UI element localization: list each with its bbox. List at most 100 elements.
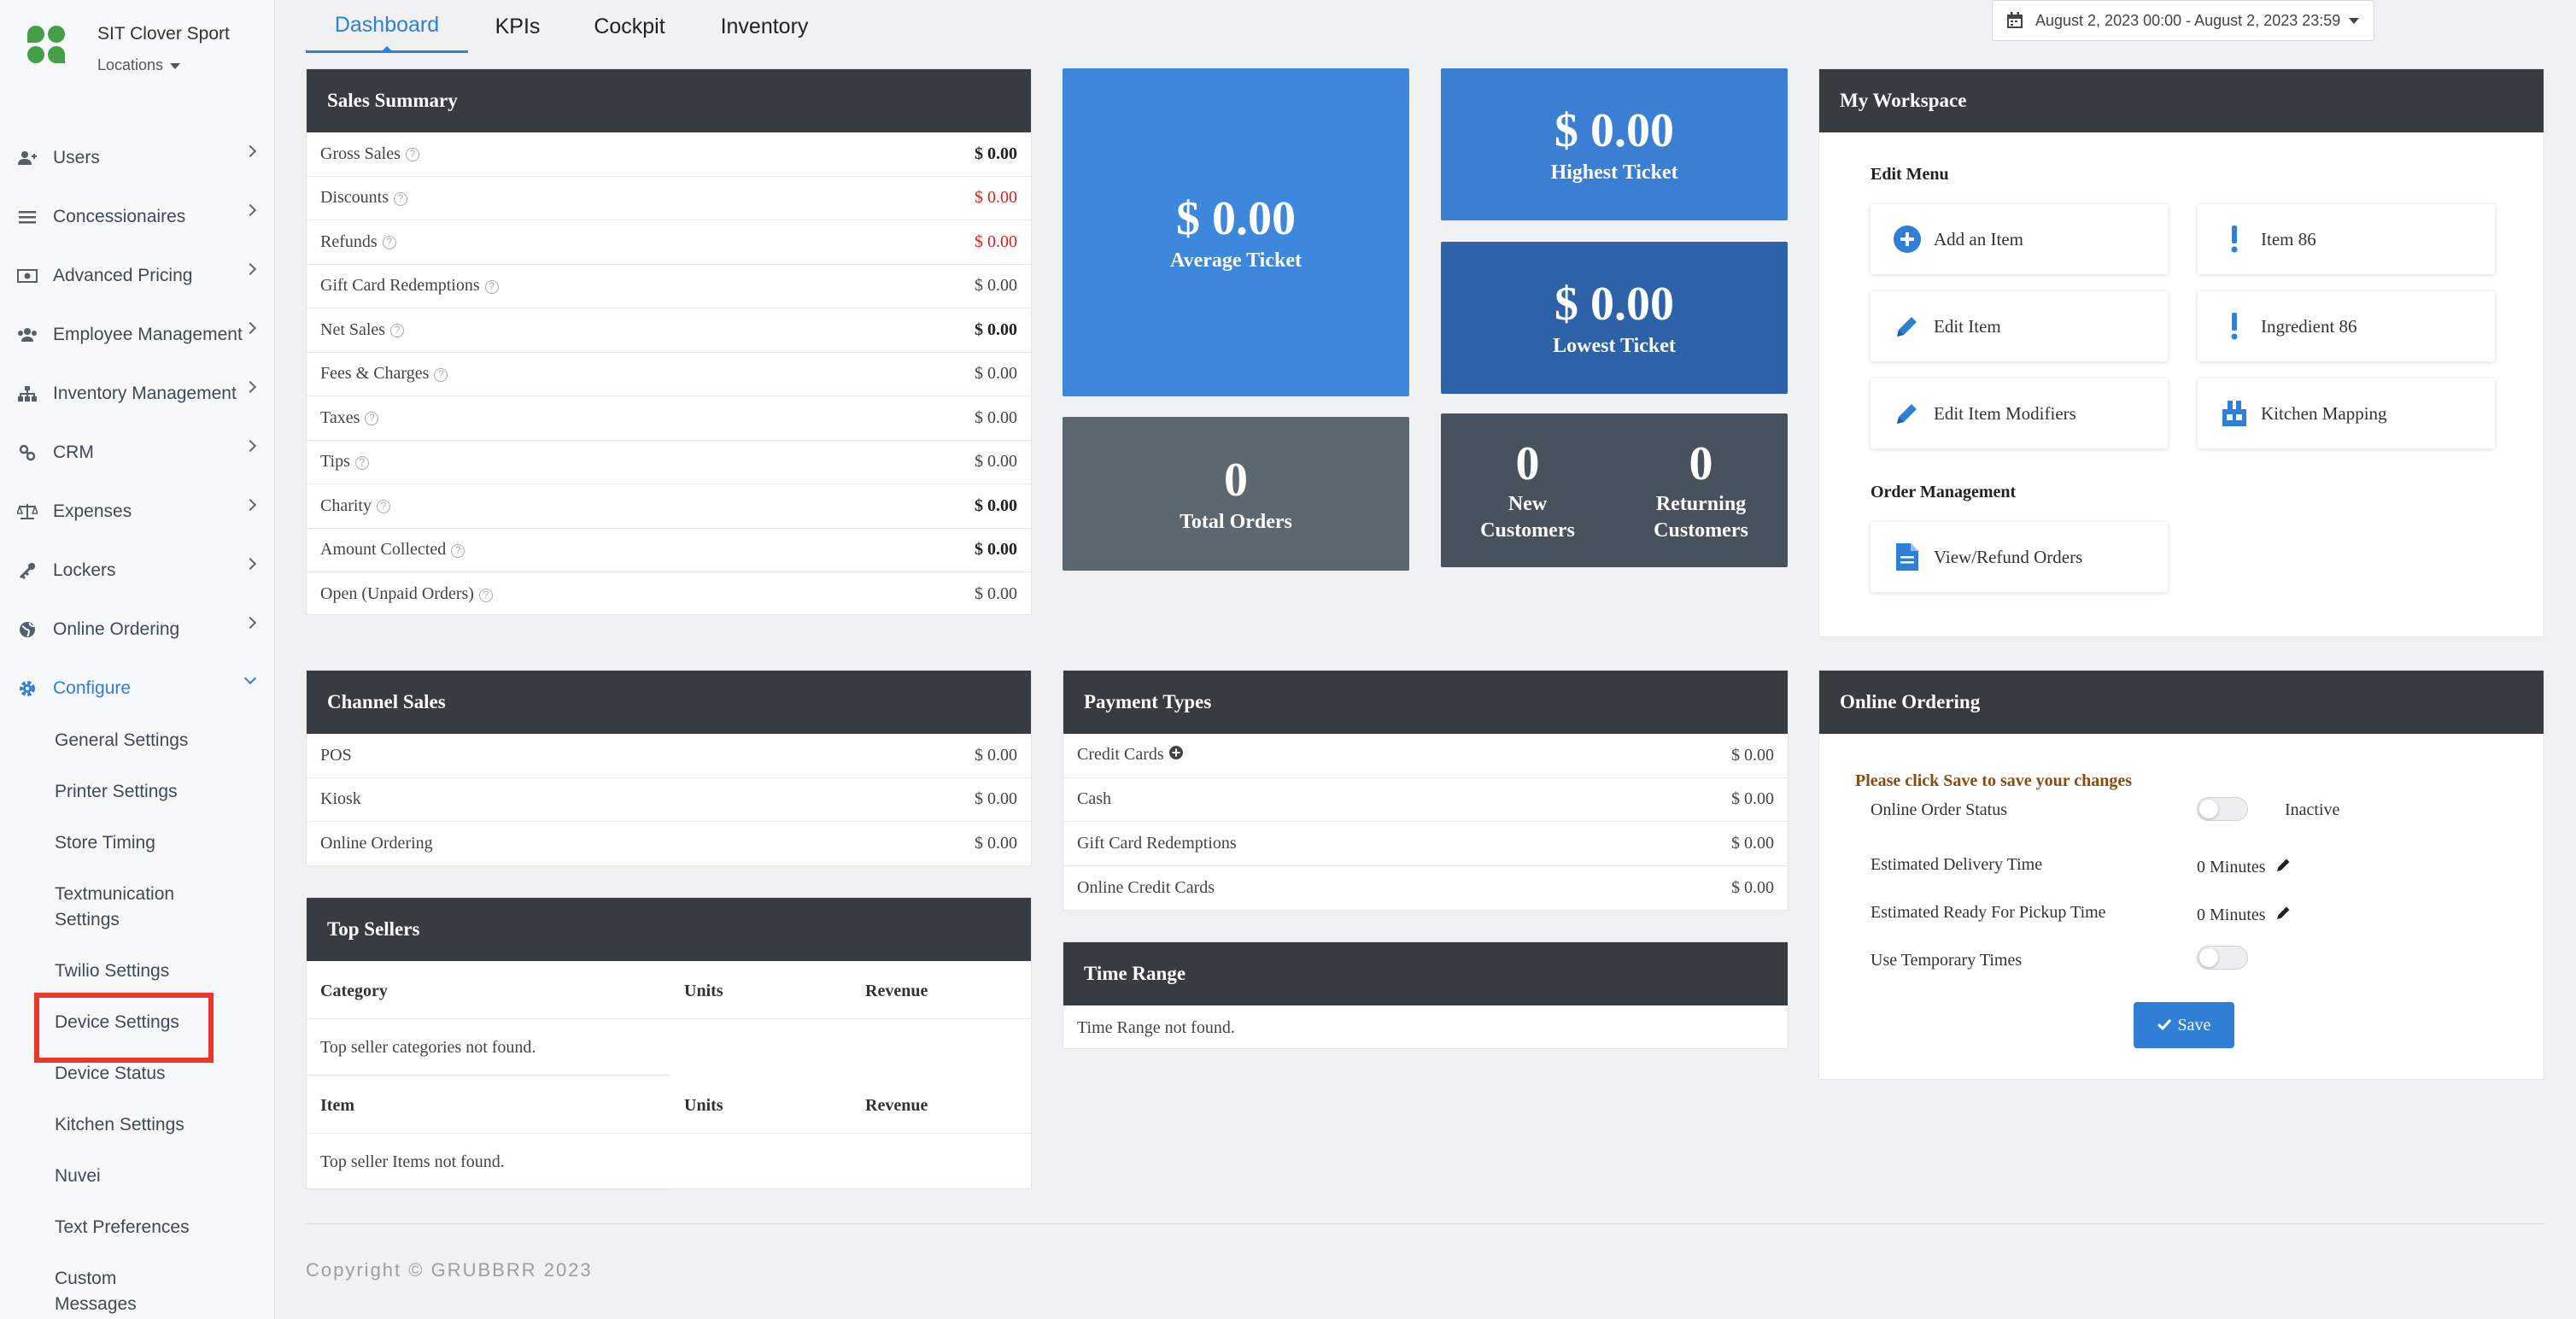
- chevron-right-icon: [243, 321, 257, 335]
- gear-icon: [15, 678, 39, 699]
- sidebar-item-inventory-management[interactable]: Inventory Management: [0, 364, 275, 423]
- panel-title: Online Ordering: [1819, 671, 2544, 734]
- row-value: $ 0.00: [975, 232, 1017, 251]
- tile-label: Returning: [1655, 493, 1747, 515]
- check-icon: [2157, 1016, 2171, 1035]
- online-ordering-panel: Online Ordering Please click Save to sav…: [1818, 670, 2544, 1080]
- help-icon[interactable]: ?: [365, 412, 379, 426]
- help-icon[interactable]: ?: [382, 236, 396, 250]
- submenu-kitchen-settings[interactable]: Kitchen Settings: [0, 1112, 275, 1138]
- help-icon[interactable]: ?: [451, 543, 465, 558]
- add-item-button[interactable]: Add an Item: [1871, 204, 2168, 274]
- table-row: Taxes? $ 0.00: [307, 396, 1031, 441]
- table-row: Cash $ 0.00: [1063, 778, 1788, 822]
- table-row: Kiosk $ 0.00: [307, 778, 1031, 822]
- row-value: $ 0.00: [975, 834, 1017, 853]
- store-name: SIT Clover Sport: [97, 24, 230, 44]
- panel-title: My Workspace: [1819, 69, 2544, 132]
- ingredient-86-button[interactable]: Ingredient 86: [2198, 291, 2495, 361]
- help-icon[interactable]: ?: [434, 367, 448, 382]
- pencil-icon[interactable]: [2276, 857, 2292, 877]
- submenu-printer-settings[interactable]: Printer Settings: [0, 779, 275, 805]
- date-range-picker[interactable]: August 2, 2023 00:00 - August 2, 2023 23…: [1992, 0, 2374, 41]
- button-label: Item 86: [2261, 228, 2316, 249]
- submenu-device-status[interactable]: Device Status: [0, 1061, 275, 1087]
- sidebar-item-label: Employee Management: [53, 324, 243, 344]
- table-row: Gift Card Redemptions $ 0.00: [1063, 822, 1788, 866]
- submenu-general-settings[interactable]: General Settings: [0, 728, 275, 753]
- button-label: Ingredient 86: [2261, 315, 2357, 337]
- submenu-text-preferences[interactable]: Text Preferences: [0, 1215, 275, 1240]
- submenu-device-settings[interactable]: Device Settings: [0, 993, 275, 1063]
- estimated-delivery-value: 0 Minutes: [2197, 857, 2292, 877]
- submenu-store-timing[interactable]: Store Timing: [0, 830, 275, 856]
- submenu-twilio-settings[interactable]: Twilio Settings: [0, 958, 275, 984]
- submenu-nuvei[interactable]: Nuvei: [0, 1164, 275, 1189]
- online-order-status-toggle[interactable]: [2197, 797, 2248, 821]
- kitchen-mapping-button[interactable]: Kitchen Mapping: [2198, 378, 2495, 448]
- exclamation-icon: [2220, 225, 2249, 254]
- sidebar-item-configure[interactable]: Configure: [0, 659, 275, 718]
- sidebar-item-online-ordering[interactable]: Online Ordering: [0, 600, 275, 659]
- sidebar-item-advanced-pricing[interactable]: Advanced Pricing: [0, 246, 275, 305]
- sidebar-item-label: Concessionaires: [53, 206, 186, 226]
- sidebar-item-employee-management[interactable]: Employee Management: [0, 305, 275, 364]
- view-refund-orders-button[interactable]: View/Refund Orders: [1871, 522, 2168, 592]
- exclamation-icon: [2220, 312, 2249, 341]
- help-icon[interactable]: ?: [354, 455, 369, 470]
- sidebar-item-lockers[interactable]: Lockers: [0, 541, 275, 600]
- use-temporary-times-toggle[interactable]: [2197, 946, 2248, 970]
- sidebar-item-crm[interactable]: CRM: [0, 423, 275, 482]
- money-icon: [15, 266, 39, 286]
- list-icon: [15, 207, 39, 227]
- help-icon[interactable]: ?: [390, 324, 405, 338]
- row-value: $ 0.00: [1731, 833, 1774, 853]
- top-sellers-panel: Top Sellers Category Units Revenue Top s…: [306, 897, 1032, 1190]
- tile-label: Lowest Ticket: [1553, 334, 1676, 357]
- tab-inventory[interactable]: Inventory: [692, 0, 837, 53]
- edit-menu-title: Edit Menu: [1871, 165, 1949, 184]
- sidebar-item-users[interactable]: Users: [0, 128, 275, 187]
- my-workspace-panel: My Workspace Edit Menu Add an Item Item …: [1818, 68, 2544, 637]
- configure-submenu: General Settings Printer Settings Store …: [0, 728, 275, 1317]
- chevron-right-icon: [243, 380, 257, 394]
- table-row: Refunds? $ 0.00: [307, 220, 1031, 265]
- submenu-custom-messages[interactable]: Custom Messages: [0, 1266, 162, 1317]
- tab-cockpit[interactable]: Cockpit: [567, 0, 692, 53]
- row-label: Refunds: [320, 232, 378, 251]
- item-86-button[interactable]: Item 86: [2198, 204, 2495, 274]
- table-row: Discounts? $ 0.00: [307, 177, 1031, 220]
- save-button[interactable]: Save: [2134, 1002, 2234, 1048]
- table-row: Open (Unpaid Orders)? $ 0.00: [307, 572, 1031, 617]
- sidebar-item-label: Lockers: [53, 560, 116, 580]
- row-label: Credit Cards: [1077, 745, 1164, 765]
- row-label: Charity: [320, 495, 372, 515]
- empty-message: Time Range not found.: [1077, 1017, 1235, 1037]
- empty-message: Top seller categories not found.: [307, 1019, 1031, 1076]
- tab-kpis[interactable]: KPIs: [468, 0, 567, 53]
- help-icon[interactable]: ?: [394, 191, 407, 206]
- plus-circle-icon[interactable]: [1168, 745, 1184, 765]
- column-header: Category: [320, 982, 388, 1000]
- help-icon[interactable]: ?: [405, 148, 419, 162]
- help-icon[interactable]: ?: [478, 588, 493, 602]
- sidebar-item-concessionaires[interactable]: Concessionaires: [0, 187, 275, 246]
- estimated-delivery-label: Estimated Delivery Time: [1871, 855, 2043, 874]
- edit-item-modifiers-button[interactable]: Edit Item Modifiers: [1871, 378, 2168, 448]
- sidebar-nav: Users Concessionaires Advanced Pricing E…: [0, 128, 275, 1317]
- sidebar-item-expenses[interactable]: Expenses: [0, 482, 275, 541]
- row-value: $ 0.00: [1731, 789, 1774, 809]
- submenu-textmunication-settings[interactable]: Textmunication Settings: [0, 882, 222, 933]
- delivery-minutes: 0 Minutes: [2197, 857, 2266, 876]
- locations-dropdown[interactable]: Locations: [97, 56, 181, 74]
- pencil-icon[interactable]: [2276, 905, 2292, 925]
- tab-dashboard[interactable]: Dashboard: [306, 0, 468, 53]
- button-label: Add an Item: [1934, 228, 2023, 249]
- edit-item-button[interactable]: Edit Item: [1871, 291, 2168, 361]
- row-value: $ 0.00: [975, 540, 1017, 560]
- help-icon[interactable]: ?: [377, 500, 390, 514]
- tile-label: Customers: [1480, 519, 1575, 542]
- lowest-ticket-tile: $ 0.00 Lowest Ticket: [1441, 242, 1788, 394]
- sidebar-item-label: Inventory Management: [53, 383, 237, 403]
- help-icon[interactable]: ?: [484, 279, 499, 294]
